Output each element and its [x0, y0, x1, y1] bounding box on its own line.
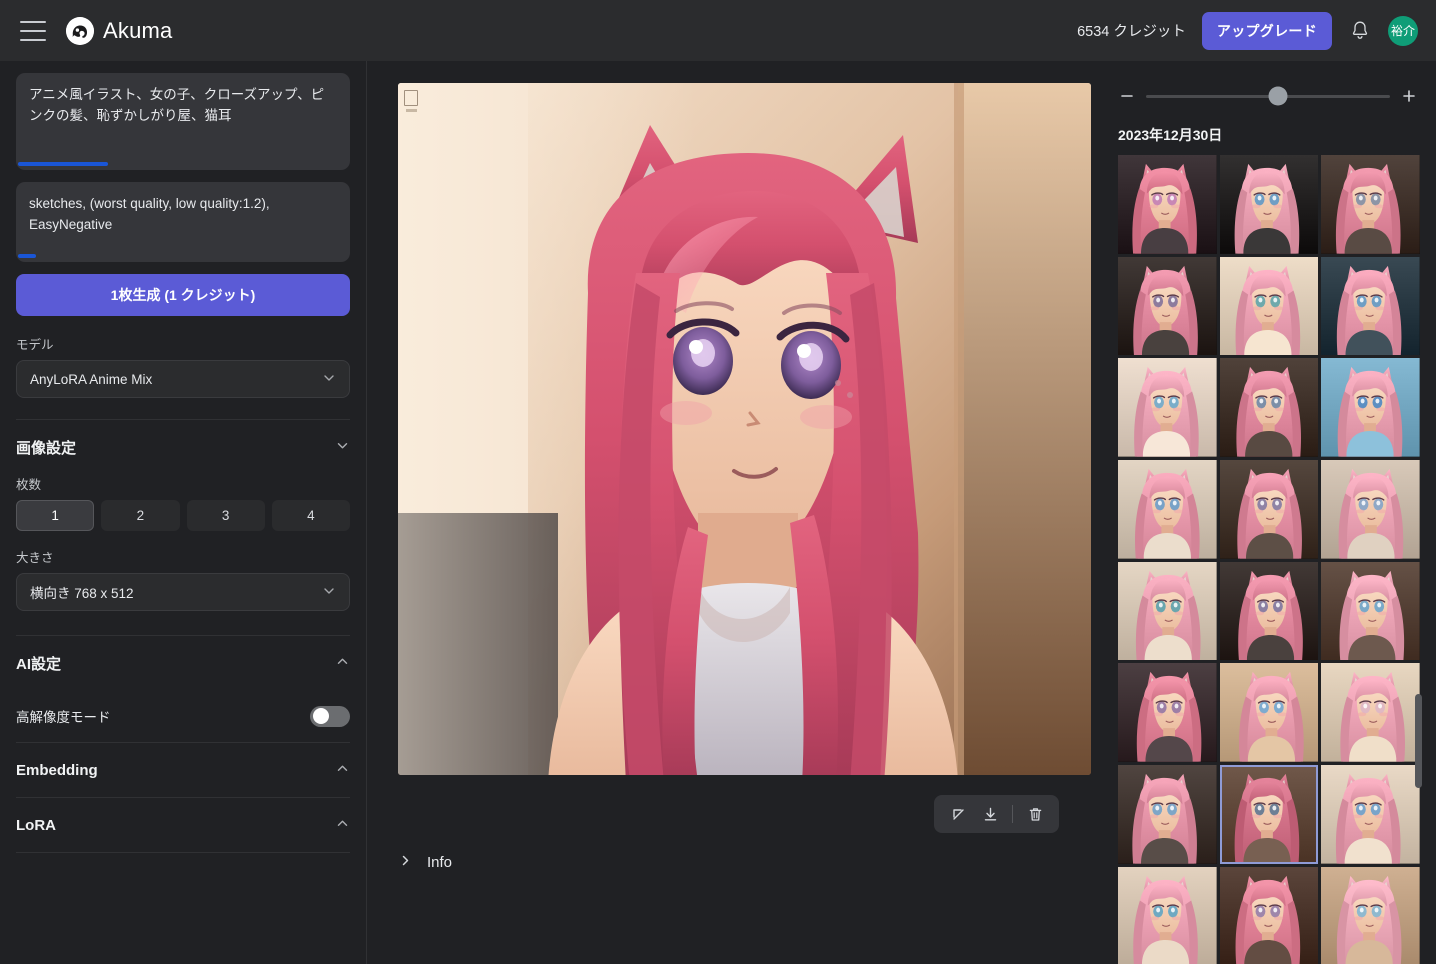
generated-image	[398, 83, 1091, 775]
size-label: 大きさ	[16, 551, 54, 565]
hires-mode-toggle[interactable]	[310, 705, 350, 727]
count-option-1[interactable]: 1	[16, 500, 95, 531]
size-select-value: 横向き 768 x 512	[30, 586, 134, 601]
thumbnail-grid	[1100, 155, 1436, 964]
section-embedding-title: Embedding	[16, 761, 98, 779]
thumbnail-4[interactable]	[1118, 256, 1217, 356]
rail-scrollbar[interactable]	[1415, 694, 1422, 788]
section-ai-settings-title: AI設定	[16, 655, 62, 673]
thumbnail-12[interactable]	[1321, 460, 1420, 559]
toggle-knob	[313, 708, 329, 724]
count-option-2[interactable]: 2	[101, 500, 180, 531]
section-image-settings[interactable]: 画像設定	[16, 420, 350, 474]
thumbnail-8[interactable]	[1219, 358, 1319, 458]
akuma-logo-icon	[66, 16, 94, 45]
settings-sidebar: 1枚生成 (1 クレジット) モデル AnyLoRA Anime Mix 画像設…	[0, 61, 367, 964]
minus-icon[interactable]	[1118, 87, 1136, 105]
prompt-input[interactable]	[16, 73, 350, 170]
thumbnail-18[interactable]	[1321, 663, 1420, 763]
trash-icon[interactable]	[1020, 799, 1050, 829]
toolbar-divider	[1012, 805, 1013, 823]
negative-prompt-field-wrap	[16, 182, 350, 262]
thumbnail-20[interactable]	[1219, 765, 1319, 864]
count-label: 枚数	[16, 478, 42, 492]
bell-icon[interactable]	[1348, 19, 1372, 43]
model-select-value: AnyLoRA Anime Mix	[30, 371, 153, 387]
prompt-field-wrap	[16, 73, 350, 170]
section-image-settings-title: 画像設定	[16, 439, 77, 457]
generate-button[interactable]: 1枚生成 (1 クレジット)	[16, 274, 350, 316]
upgrade-button[interactable]: アップグレード	[1201, 11, 1332, 50]
app-body: 1枚生成 (1 クレジット) モデル AnyLoRA Anime Mix 画像設…	[0, 61, 1436, 964]
header-actions: 6534 クレジット アップグレード 裕介	[1077, 11, 1418, 50]
hamburger-icon[interactable]	[20, 20, 46, 41]
brand-logo[interactable]: Akuma	[66, 16, 173, 45]
thumbnail-7[interactable]	[1118, 358, 1217, 457]
thumbnail-13[interactable]	[1118, 561, 1217, 661]
info-label: Info	[427, 854, 453, 871]
thumbnail-10[interactable]	[1118, 460, 1217, 559]
brand-name: Akuma	[103, 17, 173, 43]
thumbnail-22[interactable]	[1118, 866, 1217, 964]
info-toggle[interactable]: Info	[398, 853, 452, 872]
model-label: モデル	[16, 338, 54, 352]
chevron-up-icon	[335, 816, 350, 835]
app-root: Akuma 6534 クレジット アップグレード 裕介 アニメ風イラスト、女の子…	[0, 0, 1436, 964]
history-rail: 2023年12月30日	[1100, 61, 1436, 964]
thumbnail-11[interactable]	[1219, 460, 1319, 559]
zoom-slider-knob[interactable]	[1268, 86, 1288, 106]
expand-arrow-icon[interactable]	[943, 799, 973, 829]
hires-mode-row: 高解像度モード	[16, 690, 350, 742]
divider	[16, 852, 350, 853]
main-canvas-area: Info	[367, 61, 1100, 964]
count-option-3[interactable]: 3	[186, 500, 265, 531]
thumbnail-24[interactable]	[1321, 866, 1420, 964]
avatar[interactable]: 裕介	[1388, 15, 1418, 46]
download-icon[interactable]	[975, 799, 1005, 829]
thumbnail-1[interactable]	[1118, 155, 1217, 254]
zoom-slider[interactable]	[1146, 86, 1390, 106]
section-lora[interactable]: LoRA	[16, 798, 350, 852]
model-select[interactable]: AnyLoRA Anime Mix	[16, 360, 350, 398]
count-segmented-control: 1234	[16, 500, 350, 531]
thumbnail-5[interactable]	[1219, 256, 1319, 356]
thumbnail-15[interactable]	[1321, 561, 1420, 661]
image-watermark	[404, 90, 418, 112]
section-ai-settings[interactable]: AI設定	[16, 636, 350, 690]
app-header: Akuma 6534 クレジット アップグレード 裕介	[0, 0, 1436, 61]
section-embedding[interactable]: Embedding	[16, 743, 350, 797]
thumbnail-3[interactable]	[1321, 155, 1420, 254]
count-option-4[interactable]: 4	[271, 500, 350, 531]
credits-label: 6534 クレジット	[1077, 24, 1186, 40]
date-group-header: 2023年12月30日	[1118, 127, 1223, 143]
thumbnail-9[interactable]	[1321, 358, 1420, 457]
thumbnail-2[interactable]	[1219, 155, 1319, 254]
thumbnail-16[interactable]	[1118, 663, 1217, 763]
thumbnail-17[interactable]	[1219, 663, 1319, 763]
chevron-right-icon	[398, 853, 413, 872]
prompt-progress-bar	[18, 162, 108, 166]
chevron-up-icon	[335, 654, 350, 673]
thumbnail-19[interactable]	[1118, 765, 1217, 864]
thumbnail-14[interactable]	[1219, 561, 1319, 661]
section-lora-title: LoRA	[16, 816, 56, 834]
hires-mode-label: 高解像度モード	[16, 710, 111, 725]
chevron-down-icon	[335, 438, 350, 457]
generated-image-container[interactable]	[398, 83, 1091, 775]
negative-prompt-progress-bar	[18, 254, 36, 258]
size-select[interactable]: 横向き 768 x 512	[16, 573, 350, 611]
thumbnail-6[interactable]	[1321, 256, 1420, 356]
thumbnail-23[interactable]	[1219, 866, 1319, 964]
chevron-down-icon	[322, 584, 336, 601]
plus-icon[interactable]	[1400, 87, 1418, 105]
thumbnail-zoom-control	[1100, 73, 1436, 119]
thumbnail-21[interactable]	[1321, 765, 1420, 864]
image-toolbar	[934, 795, 1059, 833]
negative-prompt-input[interactable]	[16, 182, 350, 262]
chevron-up-icon	[335, 761, 350, 780]
chevron-down-icon	[322, 371, 336, 388]
